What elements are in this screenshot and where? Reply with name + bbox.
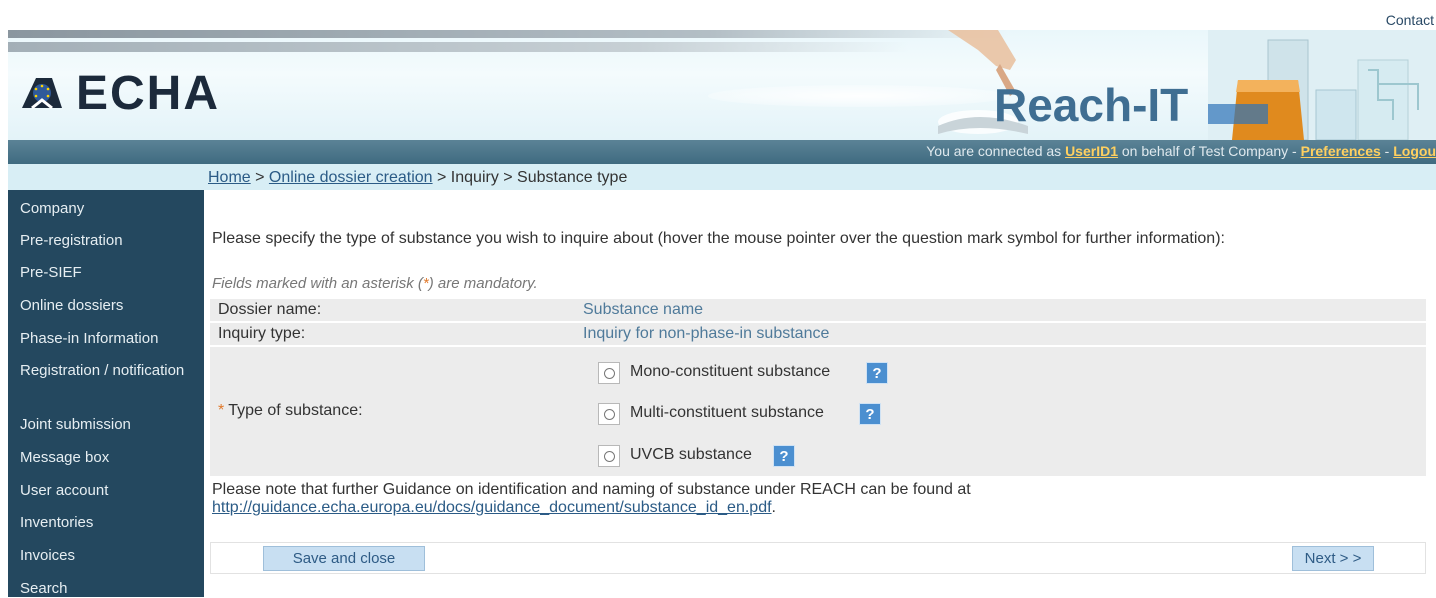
sidebar-item-search[interactable]: Search — [20, 579, 200, 598]
substance-type-label-text: Type of substance: — [228, 402, 363, 419]
guidance-link[interactable]: http://guidance.echa.europa.eu/docs/guid… — [212, 499, 772, 516]
button-bar: Save and close Next > > — [210, 542, 1426, 574]
sidebar-item-online-dossiers[interactable]: Online dossiers — [20, 296, 200, 315]
option-label: Multi-constituent substance — [630, 404, 824, 421]
mandatory-note-end: ) are mandatory. — [428, 275, 538, 292]
dossier-name-row: Dossier name: Substance name — [210, 299, 1426, 321]
connection-status: You are connected as UserID1 on behalf o… — [926, 143, 1436, 159]
echa-logo-icon — [22, 78, 62, 110]
breadcrumb-online-dossier[interactable]: Online dossier creation — [269, 169, 433, 186]
next-button[interactable]: Next > > — [1292, 546, 1374, 571]
dossier-name-value: Substance name — [583, 301, 704, 318]
logo-text: ECHA — [76, 67, 221, 120]
user-link[interactable]: UserID1 — [1065, 143, 1118, 159]
inquiry-type-row: Inquiry type: Inquiry for non-phase-in s… — [210, 323, 1426, 345]
sidebar-item-user-account[interactable]: User account — [20, 481, 200, 500]
help-question-icon[interactable]: ? — [773, 445, 795, 467]
banner-stripe — [8, 42, 908, 52]
help-question-icon[interactable]: ? — [859, 403, 881, 425]
sidebar-item-company[interactable]: Company — [20, 199, 200, 218]
status-bar: You are connected as UserID1 on behalf o… — [8, 140, 1436, 164]
guidance-note: Please note that further Guidance on ide… — [212, 481, 971, 517]
sidebar-item-joint-submission[interactable]: Joint submission — [20, 415, 200, 434]
radio-uvcb[interactable] — [598, 445, 620, 467]
save-and-close-button[interactable]: Save and close — [263, 546, 425, 571]
breadcrumb-bar: Home > Online dossier creation > Inquiry… — [8, 164, 1436, 190]
sidebar-item-phase-in-information[interactable]: Phase-in Information — [20, 329, 200, 348]
instructions-text: Please specify the type of substance you… — [212, 230, 1225, 247]
sidebar-item-pre-sief[interactable]: Pre-SIEF — [20, 263, 200, 282]
mandatory-note: Fields marked with an asterisk (*) are m… — [212, 275, 538, 292]
contact-link[interactable]: Contact — [1386, 12, 1434, 28]
preferences-link[interactable]: Preferences — [1301, 143, 1381, 159]
top-strip: Contact — [0, 0, 1436, 30]
breadcrumb-current: > Inquiry > Substance type — [432, 169, 628, 186]
sidebar-item-message-box[interactable]: Message box — [20, 448, 200, 467]
header-banner: ECHA Reach-IT — [8, 30, 1436, 140]
sidebar-item-registration-notification[interactable]: Registration / notification — [20, 361, 200, 380]
substance-type-label: * Type of substance: — [218, 402, 363, 420]
guidance-note-end: . — [771, 499, 776, 516]
status-company: on behalf of Test Company - — [1117, 143, 1301, 159]
breadcrumb: Home > Online dossier creation > Inquiry… — [208, 169, 627, 187]
sidebar-item-invoices[interactable]: Invoices — [20, 546, 200, 565]
dossier-name-label: Dossier name: — [218, 301, 322, 318]
sidebar-item-pre-registration[interactable]: Pre-registration — [20, 231, 200, 250]
radio-mono-constituent[interactable] — [598, 362, 620, 384]
option-label: Mono-constituent substance — [630, 363, 831, 380]
status-separator: - — [1380, 143, 1394, 159]
banner-stripe — [8, 30, 1008, 38]
reach-it-title: Reach-IT — [994, 79, 1189, 131]
radio-multi-constituent[interactable] — [598, 403, 620, 425]
status-prefix: You are connected as — [926, 143, 1066, 159]
help-question-icon[interactable]: ? — [866, 362, 888, 384]
inquiry-type-label: Inquiry type: — [218, 325, 306, 342]
main-content: Please specify the type of substance you… — [210, 190, 1436, 597]
sidebar-item-inventories[interactable]: Inventories — [20, 513, 200, 532]
beakers-illustration-icon — [1208, 30, 1436, 140]
mandatory-note-start: Fields marked with an asterisk ( — [212, 275, 423, 292]
breadcrumb-home[interactable]: Home — [208, 169, 251, 186]
breadcrumb-separator: > — [250, 169, 269, 186]
guidance-note-text: Please note that further Guidance on ide… — [212, 481, 971, 498]
required-asterisk: * — [218, 402, 225, 419]
logout-link[interactable]: Logou — [1393, 143, 1436, 159]
sidebar: Company Pre-registration Pre-SIEF Online… — [8, 190, 204, 597]
inquiry-type-value: Inquiry for non-phase-in substance — [583, 325, 830, 342]
option-label: UVCB substance — [630, 446, 752, 463]
